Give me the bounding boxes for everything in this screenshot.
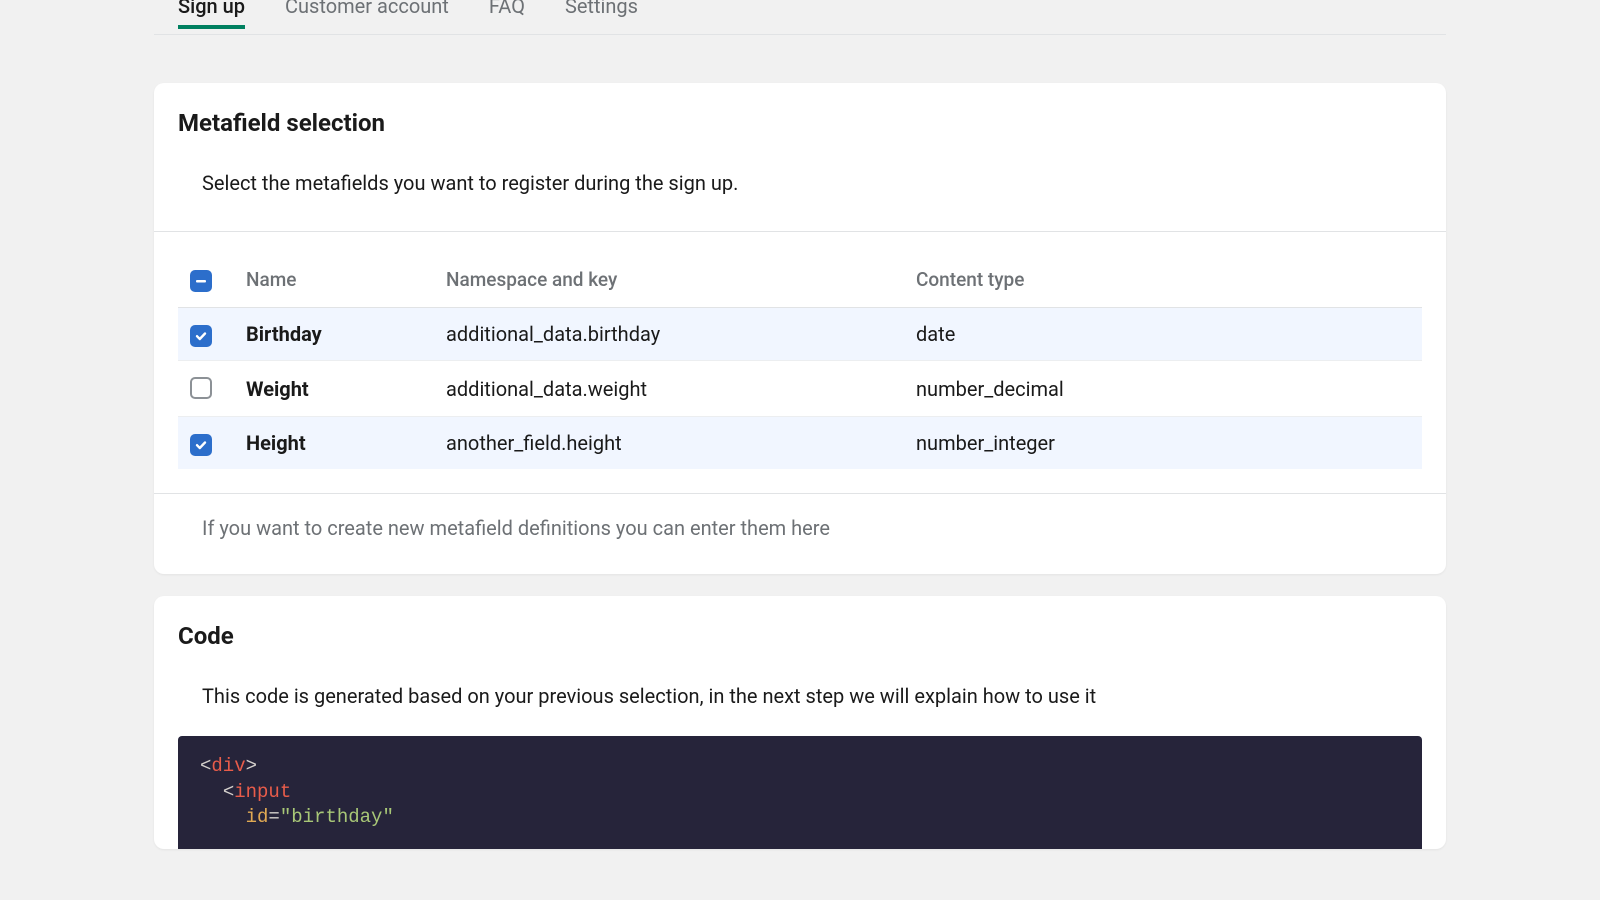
minus-icon [194,274,208,288]
code-title: Code [154,622,1446,680]
column-header-type: Content type [904,256,1422,308]
code-token: " [382,806,393,828]
row-namespace: additional_data.birthday [434,308,904,361]
table-row[interactable]: Birthday additional_data.birthday date [178,308,1422,361]
tab-faq[interactable]: FAQ [489,0,525,28]
tab-sign-up[interactable]: Sign up [178,0,245,28]
code-token: birthday [291,806,382,828]
code-block: <div> <input id="birthday" [178,736,1422,849]
metafield-table: Name Namespace and key Content type Birt… [178,256,1422,469]
table-row[interactable]: Height another_field.height number_integ… [178,417,1422,470]
code-token: div [211,755,245,777]
column-header-name: Name [234,256,434,308]
tab-settings[interactable]: Settings [565,0,638,28]
row-checkbox[interactable] [190,434,212,456]
code-token: = [268,806,279,828]
row-type: number_integer [904,417,1422,470]
code-description: This code is generated based on your pre… [154,680,1446,736]
row-checkbox[interactable] [190,377,212,399]
row-namespace: additional_data.weight [434,361,904,417]
code-token: input [234,781,291,803]
metafield-selection-card: Metafield selection Select the metafield… [154,83,1446,574]
code-token: " [280,806,291,828]
row-type: number_decimal [904,361,1422,417]
code-token: < [200,755,211,777]
row-type: date [904,308,1422,361]
table-row[interactable]: Weight additional_data.weight number_dec… [178,361,1422,417]
code-token: id [246,806,269,828]
card-title: Metafield selection [154,109,1446,167]
column-header-namespace: Namespace and key [434,256,904,308]
checkmark-icon [194,438,208,452]
code-card: Code This code is generated based on you… [154,596,1446,849]
row-checkbox[interactable] [190,325,212,347]
row-namespace: another_field.height [434,417,904,470]
code-token: > [246,755,257,777]
select-all-checkbox[interactable] [190,270,212,292]
footer-note: If you want to create new metafield defi… [154,494,1446,540]
row-name: Birthday [234,308,434,361]
tab-customer-account[interactable]: Customer account [285,0,449,28]
row-name: Weight [234,361,434,417]
checkmark-icon [194,329,208,343]
row-name: Height [234,417,434,470]
table-header-row: Name Namespace and key Content type [178,256,1422,308]
code-token: < [223,781,234,803]
card-subtitle: Select the metafields you want to regist… [154,167,1446,231]
tabs-bar: Sign up Customer account FAQ Settings [154,0,1446,35]
